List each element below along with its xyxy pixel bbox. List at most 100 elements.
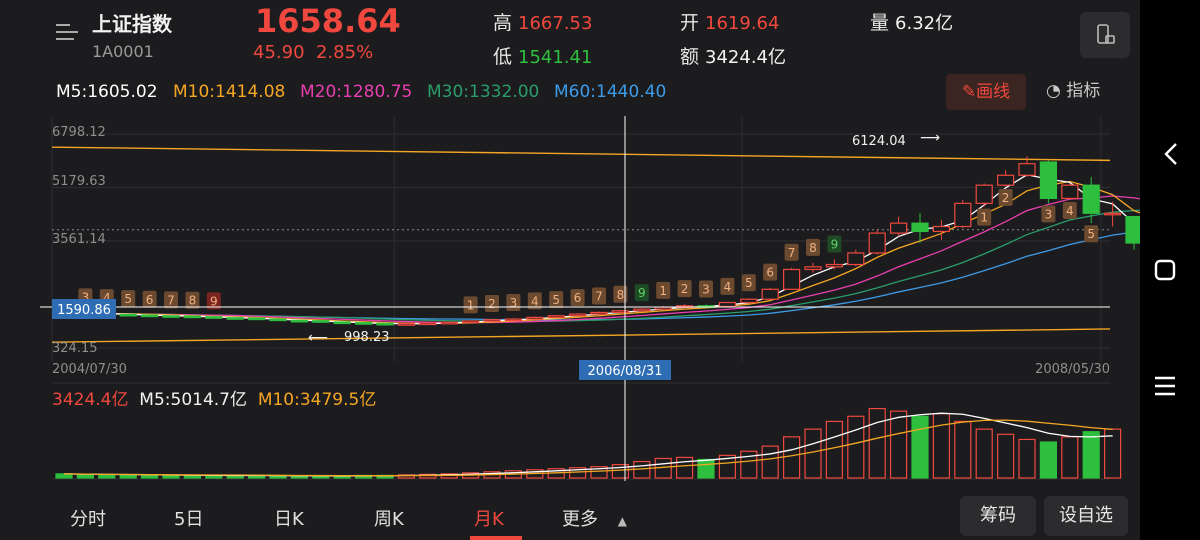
tab-daily[interactable]: 日K xyxy=(274,505,304,531)
cursor-price: 1590.86 xyxy=(57,303,111,318)
draw-line-button[interactable]: ✎画线 xyxy=(946,74,1026,110)
candle xyxy=(397,323,415,326)
caret-up-icon: ▲ xyxy=(617,514,627,528)
volume-bar xyxy=(140,474,159,479)
marker-label: 6 xyxy=(766,266,774,280)
marker-label: 9 xyxy=(210,294,218,308)
candle xyxy=(868,232,886,254)
volume-value: 6.32亿 xyxy=(895,13,954,34)
x-label-start: 2004/07/30 xyxy=(52,362,127,377)
y-label-2: 5179.63 xyxy=(52,174,106,189)
tab-intraday[interactable]: 分时 xyxy=(70,505,106,531)
volume-bar xyxy=(76,473,95,479)
volume-bar xyxy=(782,436,801,479)
landscape-toggle-button[interactable] xyxy=(1080,12,1130,58)
candle xyxy=(355,322,373,325)
tab-monthly[interactable]: 月K xyxy=(474,505,504,531)
marker-label: 5 xyxy=(552,293,560,307)
phone-rotate-icon xyxy=(1097,24,1115,44)
candle xyxy=(889,222,908,234)
candle xyxy=(911,222,929,233)
volume-bar xyxy=(1061,436,1079,479)
marker-label: 1 xyxy=(659,284,667,298)
candle xyxy=(825,263,844,268)
tab-weekly[interactable]: 周K xyxy=(374,505,404,531)
system-nav-bar xyxy=(1140,0,1200,540)
candle xyxy=(740,298,758,304)
candle xyxy=(290,319,308,323)
tab-5day[interactable]: 5日 xyxy=(174,505,203,531)
candle xyxy=(633,308,651,312)
draw-line-label: 画线 xyxy=(976,82,1011,102)
marker-label: 4 xyxy=(724,280,732,294)
marker-label: 2 xyxy=(681,282,689,296)
candle xyxy=(590,311,608,315)
candle xyxy=(1039,161,1058,199)
volume-bar xyxy=(1082,431,1100,479)
stat-high: 高 1667.53 xyxy=(493,8,592,35)
marker-label: 2 xyxy=(488,297,496,311)
volume-bar xyxy=(162,474,180,479)
recents-icon[interactable] xyxy=(1155,376,1175,396)
volume-bar xyxy=(248,475,266,479)
candle xyxy=(1018,163,1036,176)
candle xyxy=(1061,184,1079,199)
more-label: 更多 xyxy=(562,509,598,530)
peak-annotation: 6124.04 xyxy=(852,134,906,149)
volume-bar xyxy=(996,433,1015,479)
trend-line-upper xyxy=(51,146,1111,162)
ma60-line xyxy=(63,230,1140,321)
current-price: 1658.64 xyxy=(255,2,401,40)
volume-bar xyxy=(119,474,137,479)
candle xyxy=(611,310,630,314)
kline-chart[interactable]: 3 4 5 6 7 8 9 1 2 3 4 5 6 7 8 9 1 2 3 4 567 8 9123 45 6798.12 5… xyxy=(40,116,1140,496)
candle xyxy=(312,320,330,323)
candle xyxy=(568,313,587,317)
candle xyxy=(1103,212,1122,216)
candle xyxy=(804,266,822,271)
volume-bar xyxy=(675,456,694,479)
candle xyxy=(483,319,501,322)
volume-bar xyxy=(98,474,116,479)
pencil-icon: ✎ xyxy=(961,82,977,102)
price-change: 45.90 2.85% xyxy=(253,42,373,63)
ma30-label: M30:1332.00 xyxy=(427,82,540,102)
add-watchlist-button[interactable]: 设自选 xyxy=(1044,496,1128,536)
marker-label: 3 xyxy=(702,283,710,297)
candle xyxy=(419,322,437,326)
marker-label: 5 xyxy=(745,276,753,290)
volume-bar xyxy=(954,420,972,479)
trough-annotation: 998.23 xyxy=(344,330,390,345)
marker-label: 5 xyxy=(1087,227,1095,241)
volume-total: 3424.4亿 xyxy=(52,390,129,410)
marker-label: 6 xyxy=(574,291,582,305)
volume-legend: 3424.4亿 M5:5014.7亿 M10:3479.5亿 xyxy=(52,385,376,410)
stat-open: 开 1619.64 xyxy=(680,8,779,35)
menu-icon[interactable] xyxy=(56,22,80,42)
marker-label: 7 xyxy=(595,289,603,303)
indicator-button[interactable]: ◔ 指标 xyxy=(1046,76,1100,101)
marker-label: 3 xyxy=(510,296,518,310)
chips-button[interactable]: 筹码 xyxy=(960,496,1036,536)
sequence-markers: 3 4 5 6 7 8 9 1 2 3 4 5 6 7 8 9 1 2 3 4 567 8 9123 45 xyxy=(78,188,1099,314)
marker-label: 3 xyxy=(1045,207,1053,221)
volume-bar xyxy=(932,413,951,479)
back-icon[interactable] xyxy=(1164,143,1177,165)
marker-label: 6 xyxy=(146,293,154,307)
volume-label: 量 xyxy=(870,12,890,34)
open-value: 1619.64 xyxy=(705,13,780,34)
volume-bar xyxy=(911,415,929,479)
marker-label: 2 xyxy=(1002,191,1010,205)
home-icon[interactable] xyxy=(1154,259,1176,281)
candle xyxy=(718,301,737,308)
candle xyxy=(954,202,972,228)
marker-label: 4 xyxy=(531,294,539,308)
tab-more[interactable]: 更多 ▲ xyxy=(562,505,627,531)
volume-bar xyxy=(1018,438,1036,479)
ma20-label: M20:1280.75 xyxy=(300,82,413,102)
volume-bar xyxy=(825,420,844,479)
marker-label: 7 xyxy=(167,293,175,307)
candle xyxy=(226,317,244,320)
candle xyxy=(847,252,865,266)
ma5-label: M5:1605.02 xyxy=(56,82,158,102)
